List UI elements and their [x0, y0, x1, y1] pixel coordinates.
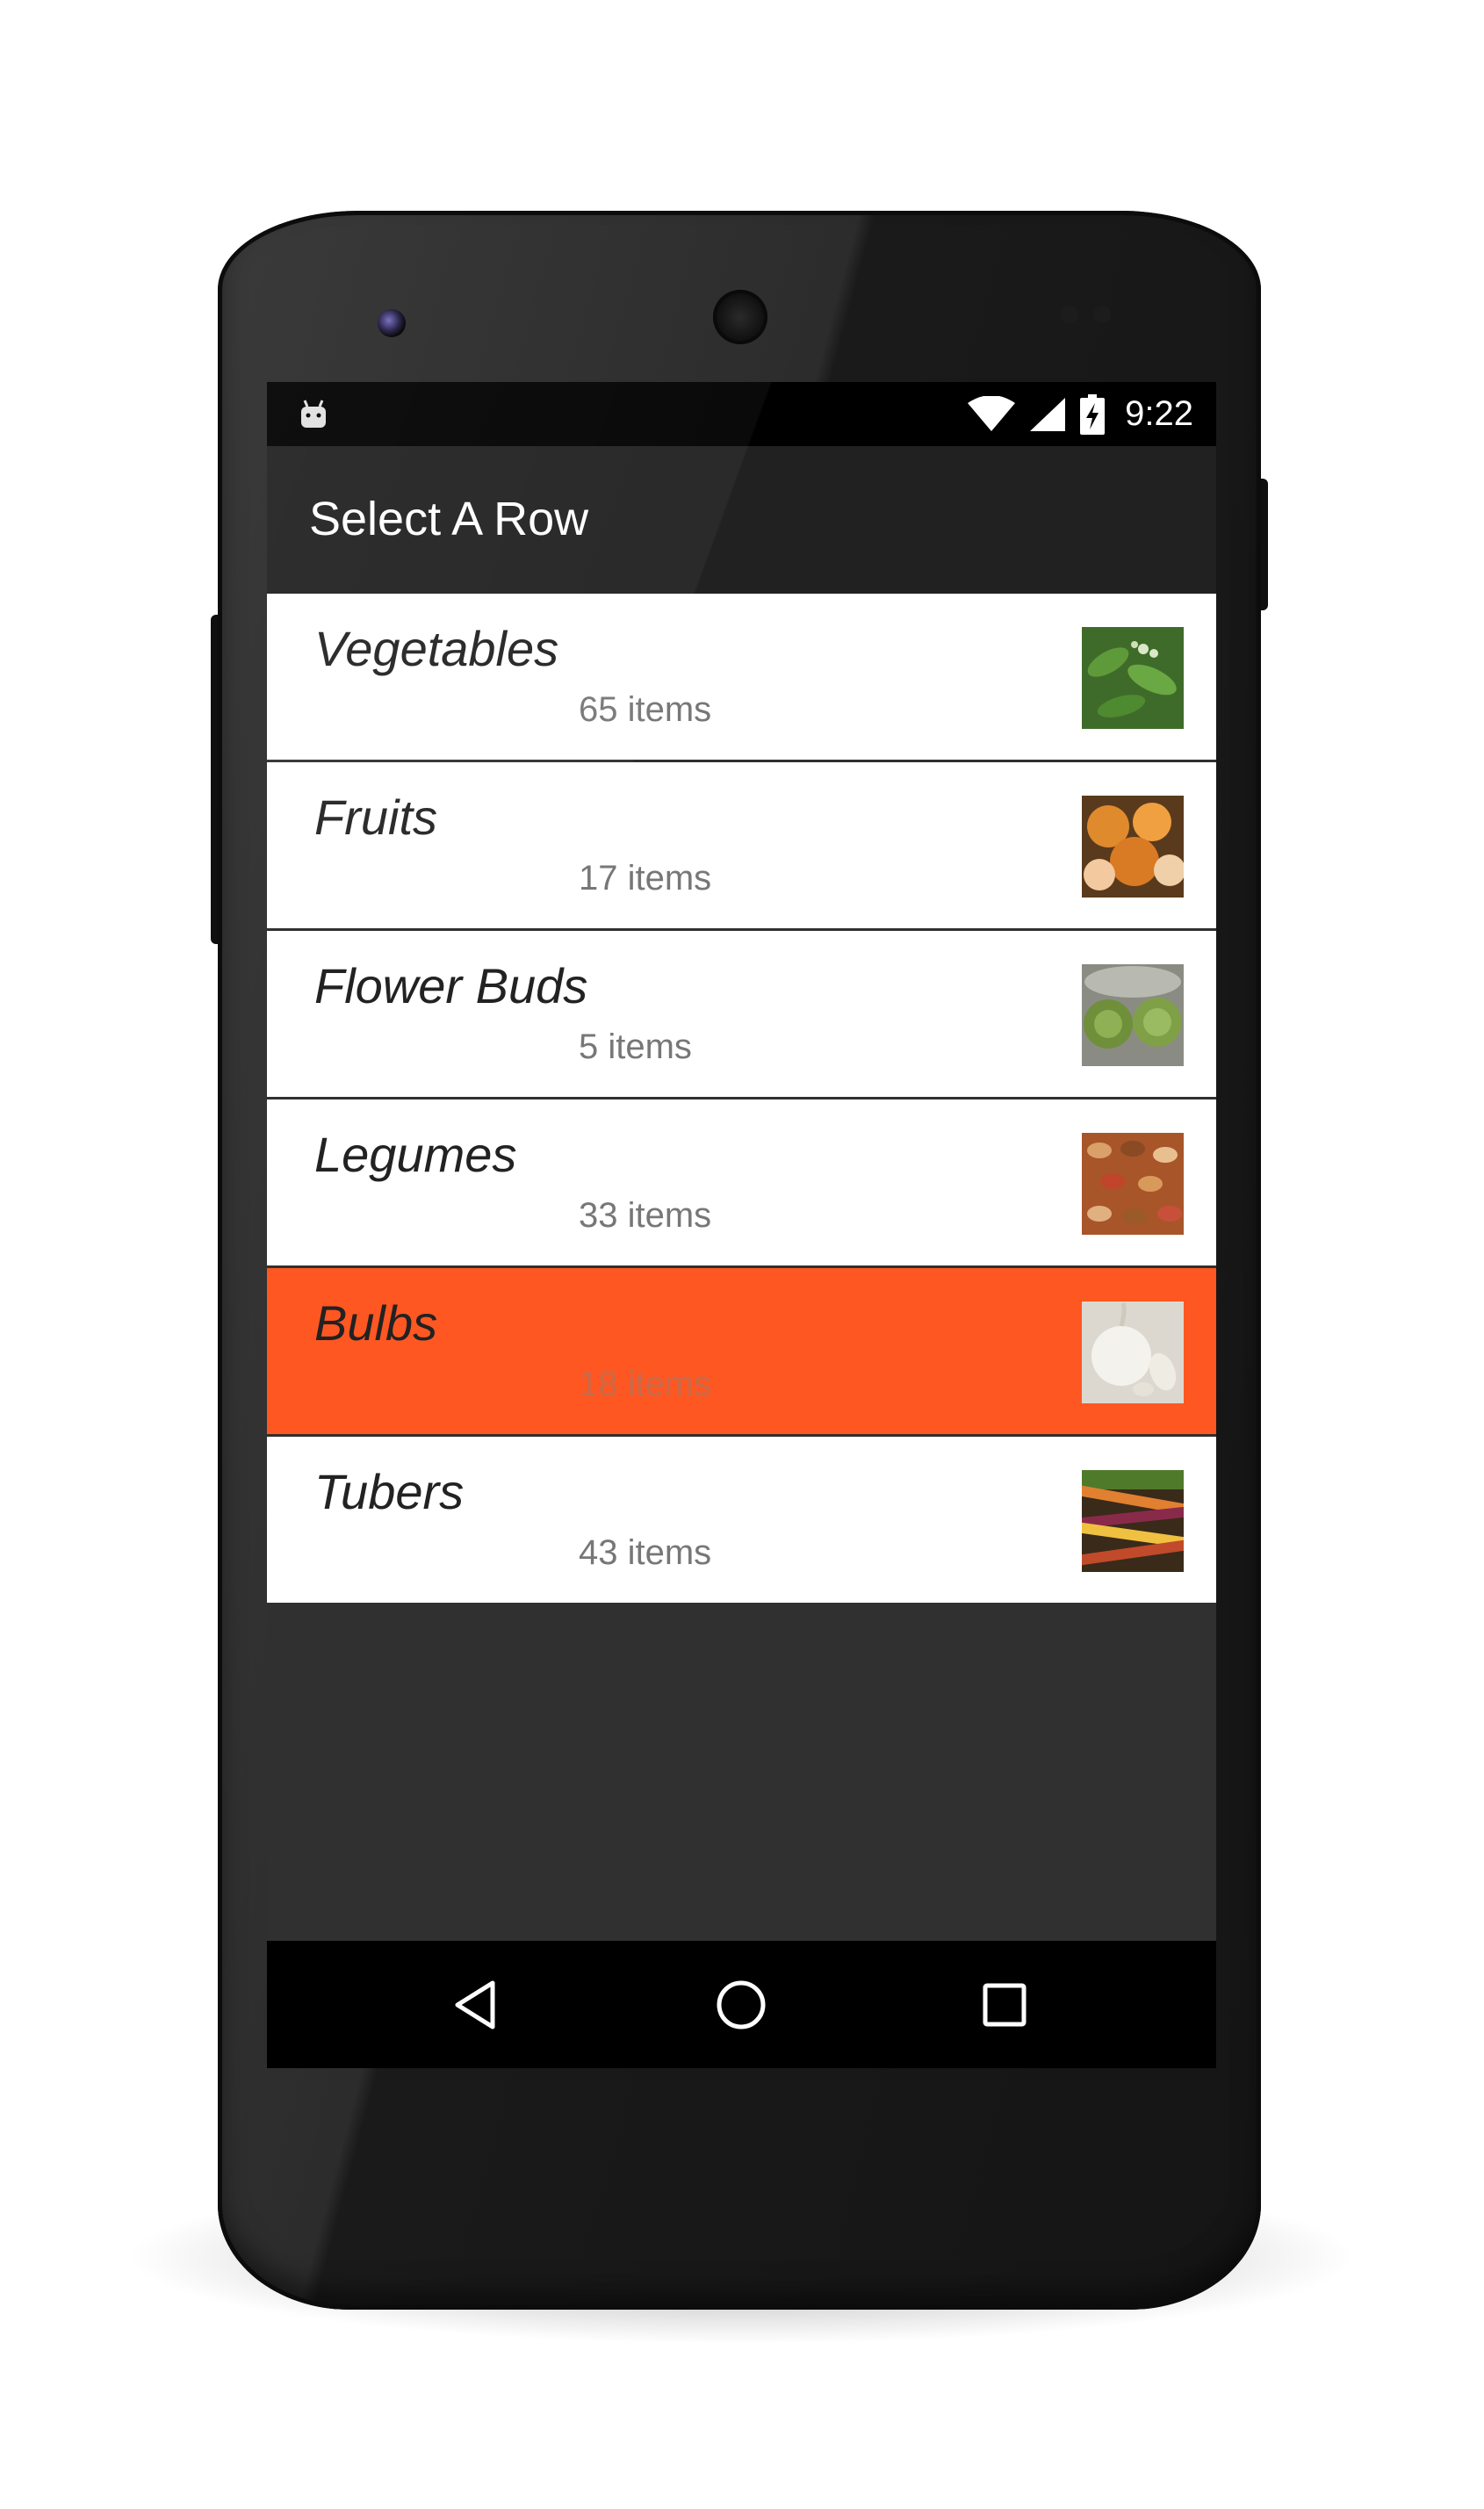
list-item-legumes[interactable]: Legumes 33 items	[267, 1099, 1216, 1268]
home-icon[interactable]	[710, 1974, 772, 2036]
tubers-thumbnail	[1082, 1470, 1184, 1572]
list-item-vegetables[interactable]: Vegetables 65 items	[267, 594, 1216, 762]
back-icon[interactable]	[447, 1974, 508, 2036]
list-item-count: 5 items	[579, 1027, 692, 1066]
list-item-flower-buds[interactable]: Flower Buds 5 items	[267, 931, 1216, 1099]
list-item-title: Vegetables	[314, 621, 559, 676]
list-item-title: Fruits	[314, 789, 437, 845]
light-sensor-icon	[1093, 306, 1111, 323]
navigation-bar	[267, 1941, 1216, 2068]
category-list: Vegetables 65 items Fruits 17 items Flow…	[267, 594, 1216, 1605]
list-item-title: Tubers	[314, 1464, 465, 1519]
list-item-fruits[interactable]: Fruits 17 items	[267, 762, 1216, 931]
list-item-title: Legumes	[314, 1127, 517, 1182]
list-item-count: 18 items	[579, 1365, 712, 1403]
list-item-tubers[interactable]: Tubers 43 items	[267, 1437, 1216, 1605]
status-icons: 9:22	[967, 382, 1193, 446]
device-screen: 9:22 Select A Row Vegetables 65 items Fr…	[267, 382, 1216, 2068]
vegetables-thumbnail	[1082, 627, 1184, 729]
list-item-bulbs[interactable]: Bulbs 18 items	[267, 1268, 1216, 1437]
recents-icon[interactable]	[974, 1974, 1035, 2036]
app-toolbar: Select A Row	[267, 446, 1216, 594]
list-item-count: 65 items	[579, 690, 712, 729]
wifi-icon	[968, 395, 1016, 431]
legumes-thumbnail	[1082, 1133, 1184, 1235]
fruits-thumbnail	[1082, 796, 1184, 898]
earpiece-speaker-icon	[713, 290, 767, 344]
list-item-count: 33 items	[579, 1196, 712, 1235]
front-camera-icon	[378, 309, 406, 337]
cell-signal-icon	[1030, 397, 1066, 431]
bulbs-thumbnail	[1082, 1301, 1184, 1403]
list-item-count: 17 items	[579, 859, 712, 898]
list-item-count: 43 items	[579, 1533, 712, 1572]
status-bar: 9:22	[267, 382, 1216, 446]
page-title: Select A Row	[309, 493, 589, 545]
android-notification-icon	[301, 400, 326, 428]
proximity-sensor-icon	[1061, 306, 1078, 323]
battery-charging-icon	[1080, 393, 1106, 435]
flower-buds-thumbnail	[1082, 964, 1184, 1066]
status-time: 9:22	[1125, 394, 1193, 433]
list-item-title: Flower Buds	[314, 958, 588, 1013]
list-item-title: Bulbs	[314, 1295, 438, 1351]
